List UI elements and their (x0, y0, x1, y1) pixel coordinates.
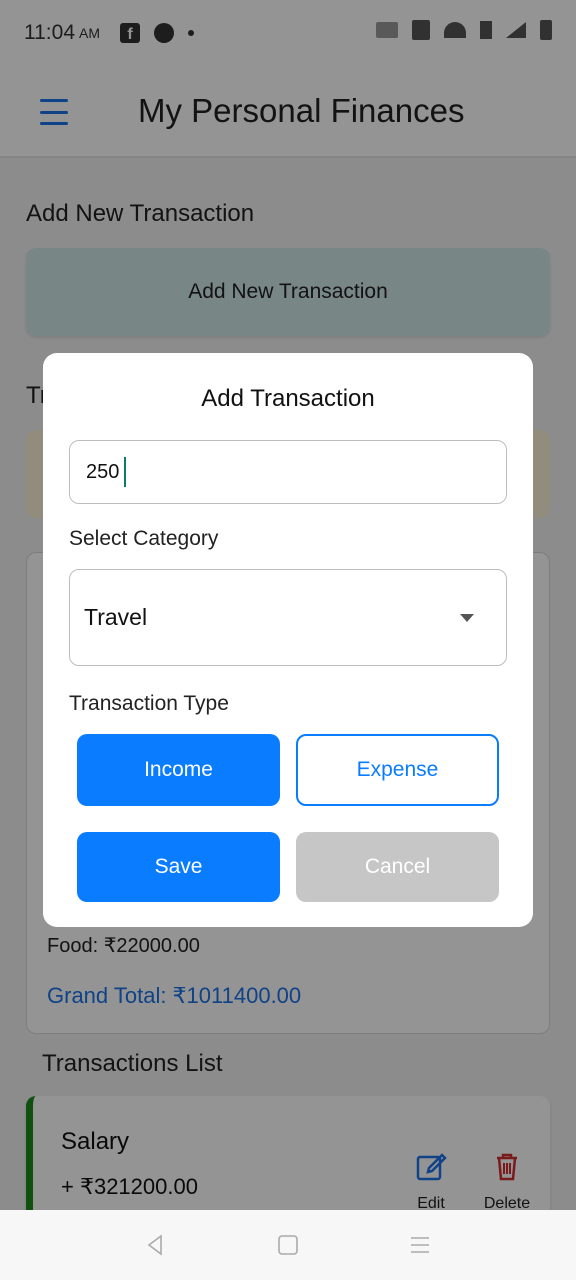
recents-icon[interactable] (408, 1233, 432, 1257)
transaction-type-label: Transaction Type (69, 692, 229, 715)
category-select[interactable]: Travel (69, 569, 507, 666)
income-button[interactable]: Income (77, 734, 280, 806)
save-button[interactable]: Save (77, 832, 280, 902)
back-icon[interactable] (144, 1233, 168, 1257)
category-label: Select Category (69, 527, 219, 550)
cancel-button[interactable]: Cancel (296, 832, 499, 902)
expense-button[interactable]: Expense (296, 734, 499, 806)
dialog-title: Add Transaction (201, 385, 375, 412)
amount-input[interactable] (69, 440, 507, 504)
add-transaction-dialog: Add Transaction Select Category Travel T… (43, 353, 533, 927)
text-cursor (124, 457, 126, 487)
system-nav-bar (0, 1210, 576, 1280)
dropdown-arrow-icon (460, 613, 474, 622)
home-icon[interactable] (276, 1233, 300, 1257)
category-selected-value: Travel (84, 604, 148, 630)
